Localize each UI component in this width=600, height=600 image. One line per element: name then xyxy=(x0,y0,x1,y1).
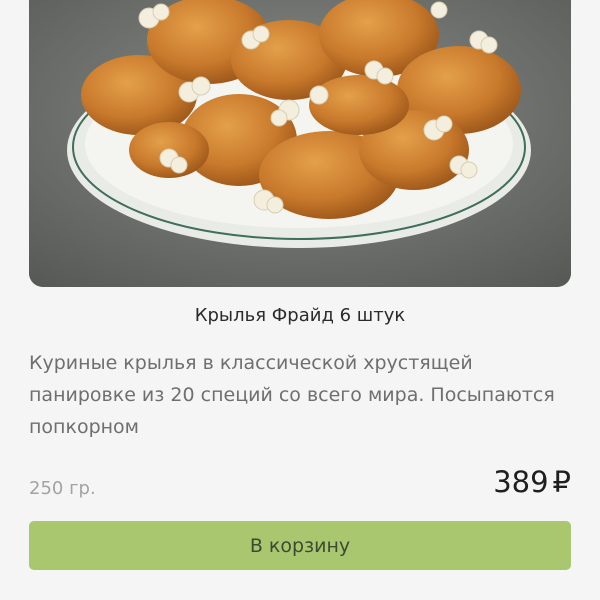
ruble-icon: ₽ xyxy=(552,465,571,499)
product-description: Куриные крылья в классической хрустящей … xyxy=(29,352,555,438)
product-card: Крылья Фрайд 6 штук Куриные крылья в кла… xyxy=(0,0,600,600)
price-value: 389 xyxy=(493,465,549,499)
product-image[interactable] xyxy=(29,0,571,287)
food-photo-illustration xyxy=(29,0,571,287)
product-title: Крылья Фрайд 6 штук xyxy=(194,305,406,326)
add-to-cart-button[interactable]: В корзину xyxy=(29,521,571,570)
product-price: 389 ₽ xyxy=(493,465,571,499)
product-weight: 250 гр. xyxy=(29,478,96,499)
